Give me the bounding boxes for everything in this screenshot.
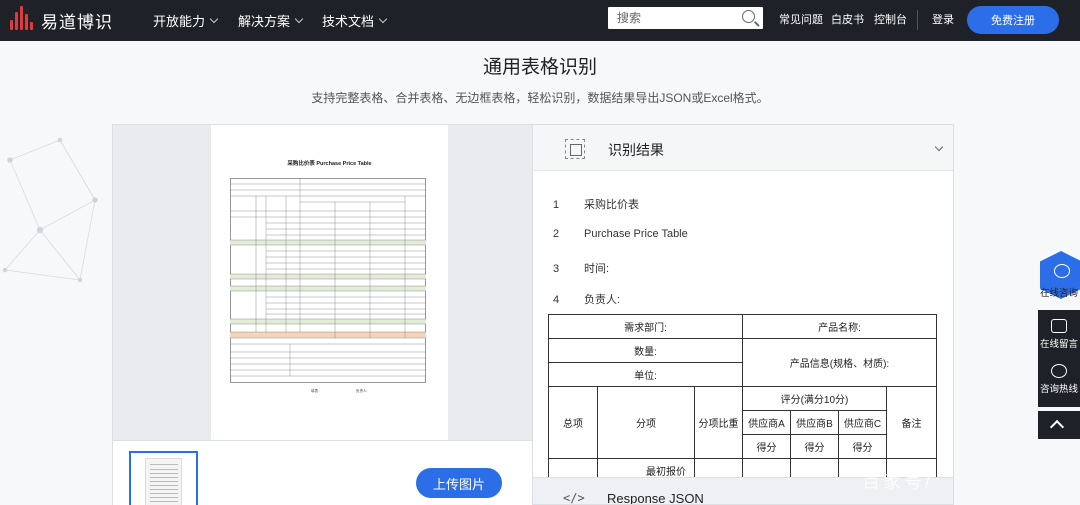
document-sign-left: 填表: bbox=[311, 389, 319, 393]
logo-bars-icon bbox=[9, 6, 35, 33]
brand-logo[interactable]: 易道博识 bbox=[9, 6, 113, 33]
document-title: 采购比价表 Purchase Price Table bbox=[287, 161, 372, 167]
chevron-down-icon bbox=[378, 14, 388, 23]
cell-sub: 分项 bbox=[597, 386, 695, 459]
link-faq[interactable]: 常见问题 bbox=[779, 0, 823, 41]
hotline-button[interactable]: 咨询热线 bbox=[1038, 355, 1080, 407]
cell-score-header: 评分(满分10分) bbox=[742, 386, 887, 411]
search-input[interactable] bbox=[608, 7, 728, 29]
login-link[interactable]: 登录 bbox=[932, 0, 954, 41]
result-line: 3 时间: bbox=[553, 263, 610, 275]
page-title: 通用表格识别 bbox=[482, 57, 597, 78]
link-console[interactable]: 控制台 bbox=[874, 0, 907, 41]
cell-supplier-a: 供应商A bbox=[742, 410, 791, 435]
image-thumbnail[interactable] bbox=[129, 451, 198, 505]
result-header[interactable]: 识别结果 bbox=[533, 125, 953, 171]
search-box bbox=[608, 7, 763, 29]
document-sign-right: 负责人: bbox=[356, 389, 368, 393]
thumbnail-page bbox=[145, 458, 182, 505]
cell-supplier-c: 供应商C bbox=[838, 410, 887, 435]
result-panel: 识别结果 1 采购比价表 2 Purchase Price Table 3 时间: 4… bbox=[533, 124, 954, 505]
cell-score-b: 得分 bbox=[790, 434, 839, 459]
online-message-label: 在线留言 bbox=[1039, 339, 1078, 350]
result-line: 1 采购比价表 bbox=[553, 199, 639, 211]
menu-solutions[interactable]: 解决方案 bbox=[238, 0, 304, 41]
result-line: 4 负责人: bbox=[553, 294, 621, 306]
cell-weight: 分项比重 bbox=[694, 386, 743, 459]
brand-name: 易道博识 bbox=[41, 12, 113, 32]
chevron-down-icon[interactable] bbox=[934, 142, 944, 152]
response-json-label: Response JSON bbox=[607, 491, 704, 505]
result-title: 识别结果 bbox=[608, 142, 664, 158]
cell-dept: 需求部门: bbox=[548, 314, 743, 339]
document-table-graphic bbox=[230, 178, 426, 383]
menu-tech-docs[interactable]: 技术文档 bbox=[322, 0, 388, 41]
document-preview: 采购比价表 Purchase Price Table 填表: 负责人: bbox=[211, 125, 448, 440]
link-whitepaper[interactable]: 白皮书 bbox=[831, 0, 864, 41]
result-table: 需求部门: 产品名称: 数量: 产品信息(规格、材质): 单位: 总项 分项 分项比重评… bbox=[548, 314, 937, 483]
thumbnail-strip: 上传图片 bbox=[113, 440, 532, 505]
cell-unit: 单位: bbox=[548, 362, 743, 387]
chevron-down-icon bbox=[294, 14, 304, 23]
code-icon: </> bbox=[563, 491, 585, 505]
chevron-down-icon bbox=[209, 14, 219, 23]
signup-button[interactable]: 免费注册 bbox=[967, 6, 1059, 34]
message-icon bbox=[1051, 319, 1067, 333]
chat-icon bbox=[1054, 264, 1070, 278]
menu-open-capability[interactable]: 开放能力 bbox=[153, 0, 219, 41]
cell-qty: 数量: bbox=[548, 338, 743, 363]
network-decoration bbox=[2, 137, 98, 283]
watermark: 百家号/ bbox=[862, 472, 934, 492]
cell-product-info: 产品信息(规格、材质): bbox=[742, 338, 937, 387]
cell-supplier-b: 供应商B bbox=[790, 410, 839, 435]
page-subtitle: 支持完整表格、合并表格、无边框表格，轻松识别，数据结果导出JSON或Excel格… bbox=[311, 91, 769, 105]
hotline-label: 咨询热线 bbox=[1039, 384, 1078, 395]
online-message-button[interactable]: 在线留言 bbox=[1038, 310, 1080, 355]
top-nav: 易道博识 开放能力 解决方案 技术文档 常见问题 白皮书 控制台 登录 免费注册 bbox=[0, 0, 1080, 41]
phone-icon bbox=[1051, 364, 1067, 378]
document-scan-icon bbox=[565, 139, 585, 159]
cell-product-name: 产品名称: bbox=[742, 314, 937, 339]
chevron-up-icon bbox=[1049, 419, 1065, 435]
cell-remark: 备注 bbox=[886, 386, 937, 459]
cell-score-c: 得分 bbox=[838, 434, 887, 459]
result-line: 2 Purchase Price Table bbox=[553, 228, 688, 240]
cell-score-a: 得分 bbox=[742, 434, 791, 459]
nav-divider bbox=[917, 10, 918, 30]
back-to-top-button[interactable] bbox=[1038, 411, 1080, 439]
image-preview-panel: 采购比价表 Purchase Price Table 填表: 负责人: 上传图片 bbox=[112, 124, 533, 505]
cell-total: 总项 bbox=[548, 386, 598, 459]
upload-image-button[interactable]: 上传图片 bbox=[416, 468, 502, 498]
online-consult-label: 在线咨询 bbox=[1040, 288, 1079, 299]
search-icon[interactable] bbox=[742, 10, 755, 23]
